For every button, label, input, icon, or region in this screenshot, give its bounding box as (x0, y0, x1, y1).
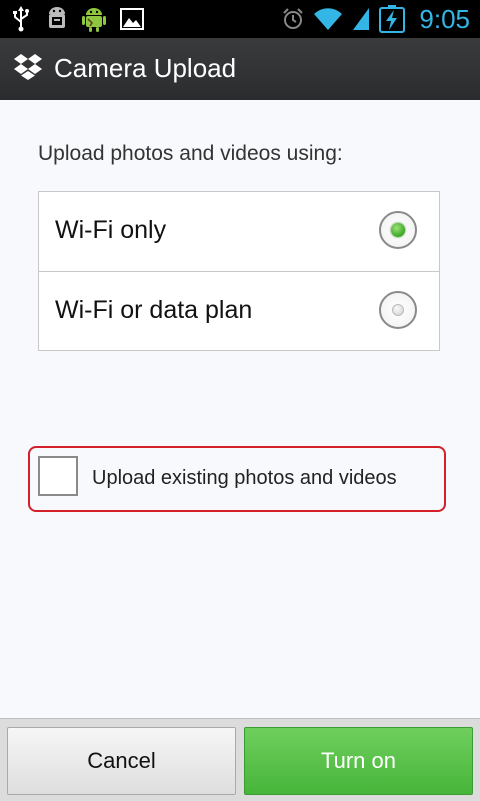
button-bar: Cancel Turn on (0, 718, 480, 801)
radio-dot-icon (392, 304, 404, 316)
upload-existing-label[interactable]: Upload existing photos and videos (92, 467, 397, 490)
android-debug-icon (46, 6, 68, 32)
content-area: Upload photos and videos using: Wi-Fi on… (0, 100, 480, 718)
dropbox-icon (13, 52, 43, 87)
wifi-icon (313, 6, 343, 32)
android-icon (82, 5, 106, 33)
title-bar: Camera Upload (0, 38, 480, 101)
status-bar: 9:05 (0, 0, 480, 38)
turn-on-button[interactable]: Turn on (244, 727, 473, 795)
option-wifi-only[interactable]: Wi-Fi only (39, 192, 439, 272)
radio-dot-icon (391, 223, 405, 237)
battery-charging-icon (379, 5, 406, 33)
option-wifi-or-data[interactable]: Wi-Fi or data plan (39, 272, 439, 351)
image-icon (120, 8, 144, 30)
upload-network-radio-group: Wi-Fi only Wi-Fi or data plan (38, 191, 440, 351)
page-title: Camera Upload (54, 53, 237, 83)
signal-icon (351, 6, 371, 32)
option-label: Wi-Fi only (55, 216, 167, 244)
alarm-icon (281, 7, 305, 31)
upload-prompt: Upload photos and videos using: (38, 142, 343, 165)
usb-icon (10, 6, 32, 32)
option-label: Wi-Fi or data plan (55, 296, 253, 324)
radio-button-unselected[interactable] (379, 291, 417, 329)
upload-existing-checkbox[interactable] (38, 456, 78, 496)
radio-button-selected[interactable] (379, 211, 417, 249)
cancel-button[interactable]: Cancel (7, 727, 236, 795)
clock: 9:05 (419, 3, 470, 34)
